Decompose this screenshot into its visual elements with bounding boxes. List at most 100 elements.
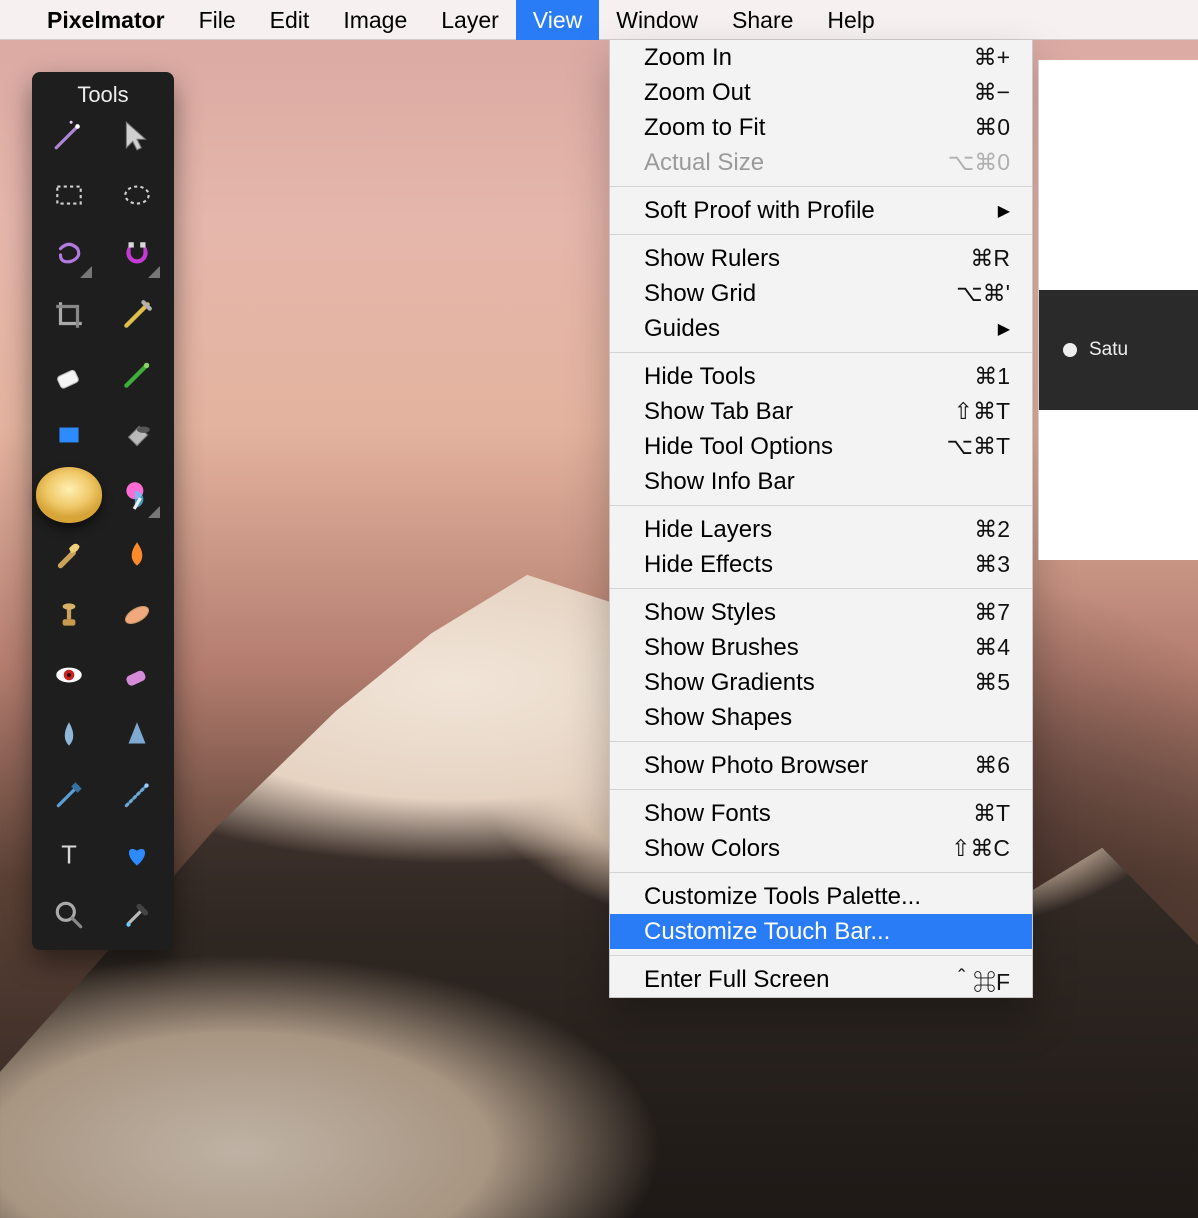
menu-item-show-rulers[interactable]: Show Rulers⌘R: [610, 241, 1032, 276]
menu-item-customize-tools-palette[interactable]: Customize Tools Palette...: [610, 879, 1032, 914]
submenu-arrow-icon: ▶: [998, 201, 1010, 221]
menu-item-shortcut: ⌘1: [930, 363, 1010, 390]
menu-item-show-shapes[interactable]: Show Shapes: [610, 700, 1032, 735]
gradient-tool[interactable]: [118, 716, 156, 754]
paint-bucket-tool[interactable]: [118, 416, 156, 454]
menu-item-show-tab-bar[interactable]: Show Tab Bar⇧⌘T: [610, 394, 1032, 429]
menu-item-label: Hide Tool Options: [644, 433, 930, 461]
sponge-tool[interactable]: [50, 476, 88, 514]
menu-item-show-fonts[interactable]: Show Fonts⌘T: [610, 796, 1032, 831]
heal-tool[interactable]: [118, 596, 156, 634]
menu-item-shortcut: ⌘7: [930, 599, 1010, 626]
menu-item-show-colors[interactable]: Show Colors⇧⌘C: [610, 831, 1032, 866]
menu-item-label: Show Brushes: [644, 634, 930, 662]
menu-item-shortcut: ⌘R: [930, 245, 1010, 272]
menu-item-show-photo-browser[interactable]: Show Photo Browser⌘6: [610, 748, 1032, 783]
magic-wand-tool[interactable]: [50, 116, 88, 154]
menu-item-hide-layers[interactable]: Hide Layers⌘2: [610, 512, 1032, 547]
menu-item-label: Show Gradients: [644, 669, 930, 697]
menu-item-guides[interactable]: Guides▶: [610, 311, 1032, 346]
eraser-tool[interactable]: [50, 356, 88, 394]
menu-item-show-gradients[interactable]: Show Gradients⌘5: [610, 665, 1032, 700]
menu-item-show-grid[interactable]: Show Grid⌥⌘': [610, 276, 1032, 311]
menubar-window[interactable]: Window: [599, 0, 715, 40]
slice-tool[interactable]: [118, 296, 156, 334]
menubar-edit[interactable]: Edit: [253, 0, 327, 40]
submenu-arrow-icon: ▶: [998, 319, 1010, 339]
menu-item-zoom-in[interactable]: Zoom In⌘+: [610, 40, 1032, 75]
menu-item-shortcut: ⌘4: [930, 634, 1010, 661]
menu-item-label: Show Styles: [644, 599, 930, 627]
menu-item-label: Show Shapes: [644, 704, 1010, 732]
menubar-app-name[interactable]: Pixelmator: [30, 0, 182, 40]
menu-item-shortcut: ⌥⌘T: [930, 433, 1010, 460]
menu-item-shortcut: ＾⌘F: [930, 963, 1010, 997]
menu-item-soft-proof-with-profile[interactable]: Soft Proof with Profile▶: [610, 193, 1032, 228]
droplet-tool[interactable]: [50, 716, 88, 754]
menu-item-label: Show Photo Browser: [644, 752, 930, 780]
rectangular-marquee-tool[interactable]: [50, 176, 88, 214]
menu-item-shortcut: ⇧⌘C: [930, 835, 1010, 862]
path-tool[interactable]: [118, 776, 156, 814]
menu-item-label: Customize Touch Bar...: [644, 918, 1010, 946]
menubar-image[interactable]: Image: [326, 0, 424, 40]
menu-item-label: Customize Tools Palette...: [644, 883, 1010, 911]
menu-item-shortcut: ⌘5: [930, 669, 1010, 696]
type-tool[interactable]: T: [50, 836, 88, 874]
menu-item-shortcut: ⌘0: [930, 114, 1010, 141]
menu-item-label: Show Grid: [644, 280, 930, 308]
menubar-help[interactable]: Help: [810, 0, 891, 40]
blur-tool[interactable]: [118, 536, 156, 574]
menu-separator: [610, 234, 1032, 235]
menu-item-customize-touch-bar[interactable]: Customize Touch Bar...: [610, 914, 1032, 949]
sharpen-tool[interactable]: [118, 656, 156, 694]
menu-item-show-brushes[interactable]: Show Brushes⌘4: [610, 630, 1032, 665]
menu-separator: [610, 505, 1032, 506]
magnetic-selection-tool[interactable]: [118, 236, 156, 274]
menu-item-shortcut: ⇧⌘T: [930, 398, 1010, 425]
menu-item-enter-full-screen[interactable]: Enter Full Screen＾⌘F: [610, 962, 1032, 997]
menu-item-label: Hide Layers: [644, 516, 930, 544]
menu-item-show-styles[interactable]: Show Styles⌘7: [610, 595, 1032, 630]
shape-tool[interactable]: [50, 416, 88, 454]
smudge-tool[interactable]: [50, 536, 88, 574]
pixel-tool[interactable]: [118, 476, 156, 514]
menu-item-label: Show Rulers: [644, 245, 930, 273]
menu-item-hide-tools[interactable]: Hide Tools⌘1: [610, 359, 1032, 394]
menu-item-label: Show Colors: [644, 835, 930, 863]
crop-tool[interactable]: [50, 296, 88, 334]
menu-separator: [610, 186, 1032, 187]
elliptical-marquee-tool[interactable]: [118, 176, 156, 214]
menu-item-shortcut: ⌥⌘': [930, 280, 1010, 307]
menubar-layer[interactable]: Layer: [424, 0, 516, 40]
background-window: Satu: [1038, 60, 1198, 560]
eyedropper-tool[interactable]: [118, 896, 156, 934]
brush-tool[interactable]: [118, 356, 156, 394]
svg-text:T: T: [61, 842, 77, 870]
move-tool[interactable]: [118, 116, 156, 154]
menubar-view[interactable]: View: [516, 0, 599, 40]
menu-item-show-info-bar[interactable]: Show Info Bar: [610, 464, 1032, 499]
menu-item-shortcut: ⌥⌘0: [930, 149, 1010, 176]
menu-separator: [610, 741, 1032, 742]
pen-tool[interactable]: [50, 776, 88, 814]
favorite-tool[interactable]: [118, 836, 156, 874]
menu-item-shortcut: ⌘2: [930, 516, 1010, 543]
clone-stamp-tool[interactable]: [50, 596, 88, 634]
menu-item-label: Show Info Bar: [644, 468, 1010, 496]
red-eye-tool[interactable]: [50, 656, 88, 694]
menu-item-zoom-out[interactable]: Zoom Out⌘−: [610, 75, 1032, 110]
menubar-share[interactable]: Share: [715, 0, 810, 40]
menu-separator: [610, 588, 1032, 589]
menu-item-actual-size: Actual Size⌥⌘0: [610, 145, 1032, 180]
menu-item-label: Zoom In: [644, 44, 930, 72]
menubar-file[interactable]: File: [182, 0, 253, 40]
zoom-tool[interactable]: [50, 896, 88, 934]
menu-item-zoom-to-fit[interactable]: Zoom to Fit⌘0: [610, 110, 1032, 145]
menu-item-hide-effects[interactable]: Hide Effects⌘3: [610, 547, 1032, 582]
tools-palette[interactable]: Tools T: [32, 72, 174, 950]
menu-item-hide-tool-options[interactable]: Hide Tool Options⌥⌘T: [610, 429, 1032, 464]
menu-item-label: Zoom Out: [644, 79, 930, 107]
lasso-tool[interactable]: [50, 236, 88, 274]
menu-item-shortcut: ⌘T: [930, 800, 1010, 827]
